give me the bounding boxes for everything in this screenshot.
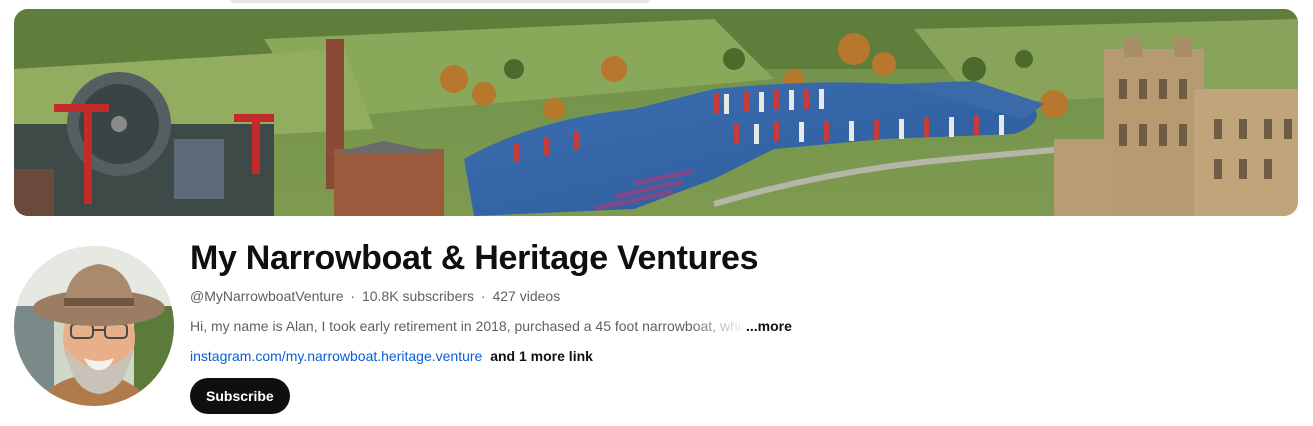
meta-separator: · bbox=[480, 288, 486, 304]
channel-meta: @MyNarrowboatVenture · 10.8K subscribers… bbox=[190, 286, 1290, 306]
video-count: 427 videos bbox=[492, 288, 561, 304]
instagram-link[interactable]: instagram.com/my.narrowboat.heritage.ven… bbox=[190, 348, 482, 364]
subscriber-count: 10.8K subscribers bbox=[361, 288, 475, 304]
banner-image bbox=[14, 9, 1298, 216]
description-more-button[interactable]: ...more bbox=[746, 316, 792, 336]
description-text: Hi, my name is Alan, I took early retire… bbox=[190, 318, 746, 334]
top-strip bbox=[230, 0, 650, 3]
channel-info: My Narrowboat & Heritage Ventures @MyNar… bbox=[190, 236, 1290, 414]
channel-avatar[interactable] bbox=[14, 246, 174, 406]
avatar-photo bbox=[14, 246, 174, 406]
channel-title: My Narrowboat & Heritage Ventures bbox=[190, 239, 759, 277]
channel-banner bbox=[14, 9, 1298, 216]
more-links-button[interactable]: and 1 more link bbox=[490, 348, 593, 364]
subscribe-button[interactable]: Subscribe bbox=[190, 378, 290, 414]
channel-description[interactable]: Hi, my name is Alan, I took early retire… bbox=[190, 316, 1290, 336]
channel-handle: @MyNarrowboatVenture bbox=[190, 288, 344, 304]
channel-links: instagram.com/my.narrowboat.heritage.ven… bbox=[190, 346, 1290, 366]
meta-separator: · bbox=[350, 288, 356, 304]
